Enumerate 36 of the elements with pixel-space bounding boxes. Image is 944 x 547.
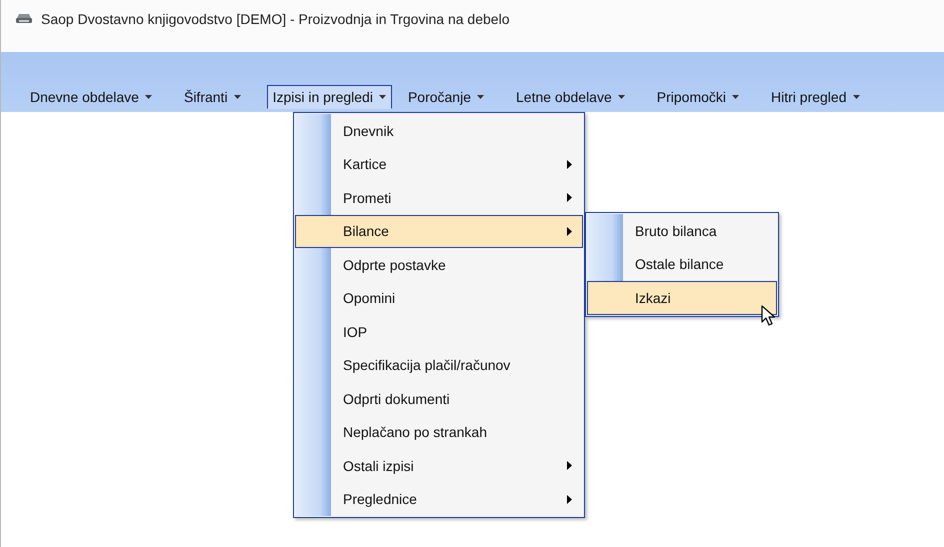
caret-icon <box>144 95 152 99</box>
menu-bar-item[interactable]: Dnevne obdelave <box>24 85 158 109</box>
menu-item[interactable]: Opomini <box>331 282 583 315</box>
menu-item[interactable]: Bilance <box>295 214 583 248</box>
menu-item[interactable]: Izkazi <box>587 281 777 314</box>
menu-bar-item[interactable]: Letne obdelave <box>510 85 631 109</box>
submenu-arrow-icon <box>567 494 572 504</box>
submenu-arrow-icon <box>567 193 572 202</box>
caret-icon <box>477 95 484 99</box>
submenu-arrow-icon <box>567 160 572 169</box>
menu-item[interactable]: Dnevnik <box>331 114 583 148</box>
caret-icon <box>378 95 386 99</box>
menu-item[interactable]: Preglednice <box>331 482 583 516</box>
menu-item[interactable]: Ostale bilance <box>623 248 777 281</box>
menu-item[interactable]: Prometi <box>331 181 583 214</box>
menu-bar-item[interactable]: Šifranti <box>178 85 247 109</box>
menu-item[interactable]: Kartice <box>331 148 583 181</box>
caret-icon <box>618 95 625 99</box>
menu-item[interactable]: Neplačano po strankah <box>331 416 583 449</box>
menu-item[interactable]: Ostali izpisi <box>331 449 583 482</box>
menu-bar-item[interactable]: Izpisi in pregledi <box>266 85 392 109</box>
printer-icon <box>15 13 33 25</box>
caret-icon <box>852 95 860 99</box>
menu-item[interactable]: Bruto bilanca <box>623 214 777 248</box>
window-title: Saop Dvostavno knjigovodstvo [DEMO] - Proizvodnja in Trgovina na debelo <box>41 11 510 27</box>
menu-item[interactable]: IOP <box>331 315 583 348</box>
menu-item[interactable]: Odprti dokumenti <box>331 382 583 416</box>
menu-item[interactable]: Odprte postavke <box>331 248 583 282</box>
submenu-arrow-icon <box>567 461 572 470</box>
submenu-arrow-icon <box>567 226 572 236</box>
menu-bar-item[interactable]: Poročanje <box>402 85 490 109</box>
menu-bar-item[interactable]: Hitri pregled <box>765 85 866 109</box>
menu-bar-item[interactable]: Pripomočki <box>650 85 746 109</box>
caret-icon <box>234 95 241 99</box>
menu-item[interactable]: Specifikacija plačil/računov <box>331 348 583 382</box>
caret-icon <box>732 95 740 99</box>
